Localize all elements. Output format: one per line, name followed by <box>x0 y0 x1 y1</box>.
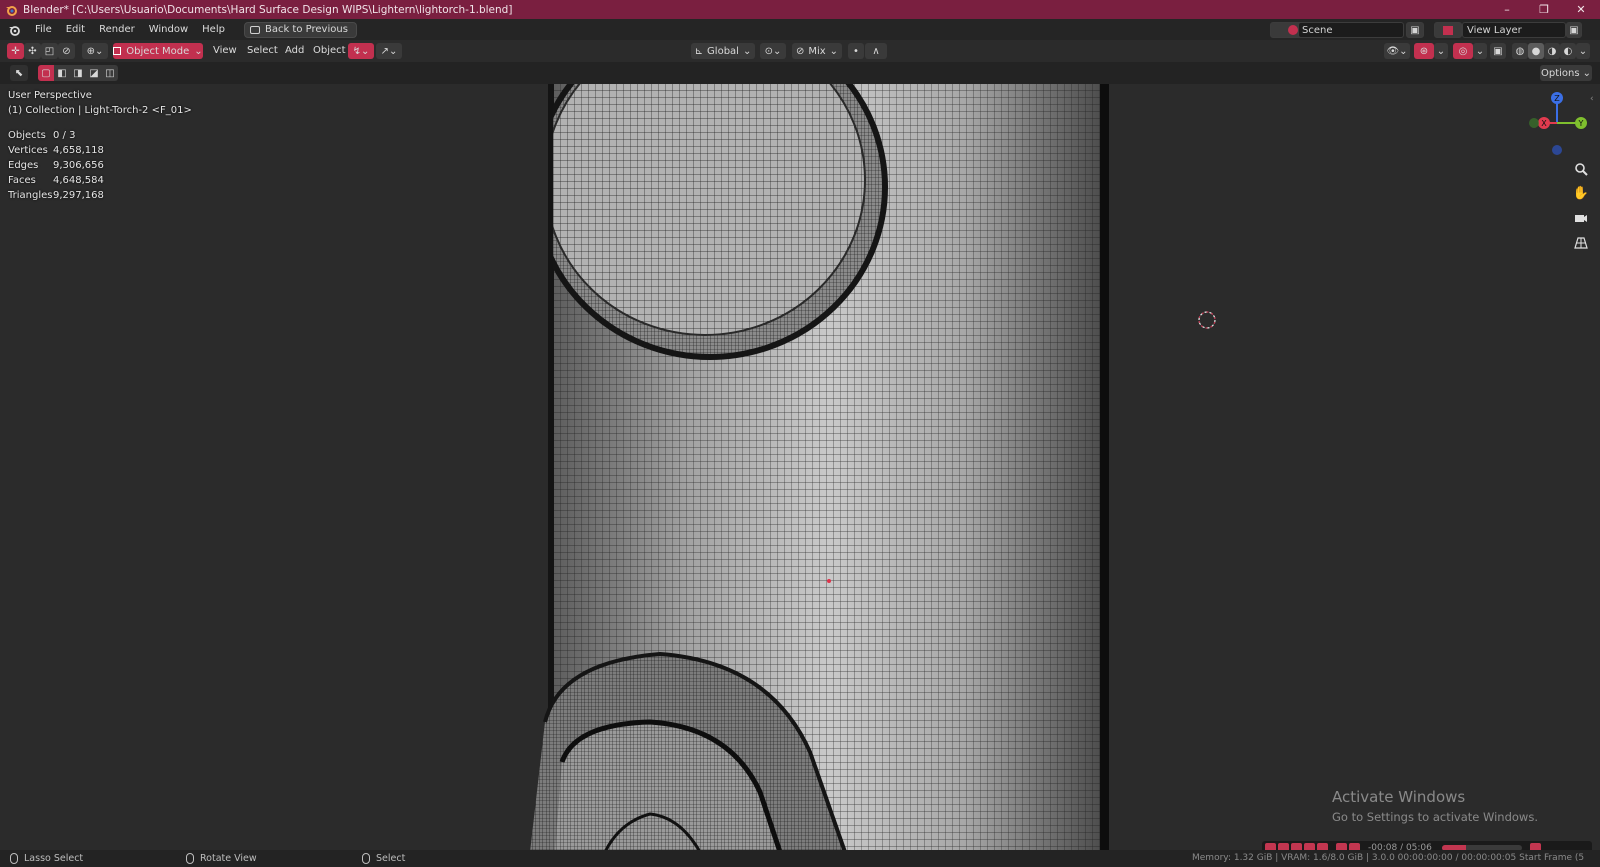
viewport-gizmo-icon[interactable]: ↗⌄ <box>376 43 402 59</box>
transform-orientation-dropdown[interactable]: ⊾ Global ⌄ <box>691 43 755 59</box>
stat-edges: Edges 9,306,656 <box>8 160 104 171</box>
select-subtract-icon[interactable]: ◨ <box>70 65 86 81</box>
body-right-edge <box>1100 84 1109 850</box>
back-to-previous-label: Back to Previous <box>264 24 348 35</box>
snap-icon: ⊘ <box>795 45 805 57</box>
rendered-shading-icon[interactable]: ◐ <box>1560 43 1576 59</box>
sidebar-toggle-icon[interactable]: ‹ <box>1590 94 1594 104</box>
title-bar: Blender* [C:\Users\Usuario\Documents\Har… <box>0 0 1600 19</box>
tool-settings-bar: ⬉ ▢ ◧ ◨ ◪ ◫ Options ⌄ <box>0 62 1600 84</box>
snap-dropdown[interactable]: ⊘ Mix ⌄ <box>792 43 842 59</box>
activate-windows-watermark: Activate Windows Go to Settings to activ… <box>1332 788 1538 824</box>
select-tool-icon[interactable]: ✛ <box>7 43 24 59</box>
view-layer-name-field[interactable]: View Layer <box>1462 22 1566 38</box>
memory-info: Memory: 1.32 GiB | VRAM: 1.6/8.0 GiB | 3… <box>1192 853 1585 863</box>
view-perspective-label: User Perspective <box>8 90 92 101</box>
link-icon[interactable]: ⊘ <box>58 43 75 59</box>
window-title: Blender* [C:\Users\Usuario\Documents\Har… <box>23 3 513 16</box>
visibility-dropdown-icon[interactable]: 👁⌄ <box>1384 43 1410 59</box>
status-rotate-view: Rotate View <box>186 850 257 867</box>
select-extend-icon[interactable]: ◧ <box>54 65 70 81</box>
svg-text:Y: Y <box>1578 119 1584 128</box>
scene-statistics: Objects 0 / 3 Vertices 4,658,118 Edges 9,30… <box>8 128 104 203</box>
svg-text:Z: Z <box>1554 94 1560 103</box>
chevron-down-icon: ⌄ <box>194 45 203 57</box>
stat-triangles: Triangles 9,297,168 <box>8 190 104 201</box>
stat-faces: Faces 4,648,584 <box>8 175 104 186</box>
orthographic-toggle-icon[interactable] <box>1572 234 1590 252</box>
scene-name-field[interactable]: Scene <box>1298 22 1404 38</box>
menu-help[interactable]: Help <box>195 19 232 40</box>
menu-object[interactable]: Object <box>313 40 346 62</box>
gizmo-dropdown-icon[interactable]: ⌄ <box>1434 43 1448 59</box>
select-invert-icon[interactable]: ◪ <box>86 65 102 81</box>
axis-icon: ⊾ <box>694 45 704 57</box>
navigation-gizmo[interactable]: Z Y X <box>1522 90 1592 160</box>
select-new-icon[interactable]: ▢ <box>38 65 54 81</box>
close-button[interactable]: ✕ <box>1563 0 1599 19</box>
menu-add[interactable]: Add <box>285 40 304 62</box>
status-select: Select <box>362 850 405 867</box>
editor-type-icon[interactable]: ⊕⌄ <box>82 43 108 59</box>
back-arrow-icon <box>249 25 260 34</box>
menu-edit[interactable]: Edit <box>59 19 92 40</box>
stat-vertices: Vertices 4,658,118 <box>8 145 104 156</box>
scale-tool-icon[interactable]: ◰ <box>41 43 58 59</box>
move-tool-icon[interactable]: ✣ <box>24 43 41 59</box>
3d-viewport[interactable]: User Perspective (1) Collection | Light-… <box>0 84 1600 850</box>
status-lasso-select: Lasso Select <box>10 850 83 867</box>
object-mode-icon <box>113 47 122 55</box>
pivot-point-icon[interactable]: ⊙⌄ <box>760 43 786 59</box>
mouse-middle-icon <box>186 853 194 864</box>
active-collection-label: (1) Collection | Light-Torch-2 <F_01> <box>8 105 192 116</box>
material-shading-icon[interactable]: ◑ <box>1544 43 1560 59</box>
new-view-layer-icon[interactable]: ▣ <box>1566 22 1582 38</box>
interaction-mode-icon[interactable]: ↯⌄ <box>348 43 374 59</box>
blender-logo-icon <box>4 3 18 17</box>
svg-text:X: X <box>1541 119 1547 128</box>
viewport-header: ✛ ✣ ◰ ⊘ ⊕⌄ Object Mode ⌄ View Select Add… <box>0 40 1600 62</box>
minimize-button[interactable]: – <box>1489 0 1525 19</box>
menu-view[interactable]: View <box>213 40 237 62</box>
object-mode-dropdown[interactable]: Object Mode ⌄ <box>113 43 203 59</box>
stat-objects: Objects 0 / 3 <box>8 130 76 141</box>
scene-icon <box>1288 25 1299 35</box>
torch-wireframe-mesh <box>530 84 1216 850</box>
mouse-left-icon <box>10 853 18 864</box>
status-bar: Lasso Select Rotate View Select Memory: … <box>0 850 1600 867</box>
blender-menu-icon[interactable] <box>0 24 28 36</box>
menu-window[interactable]: Window <box>142 19 195 40</box>
back-to-previous-button[interactable]: Back to Previous <box>243 21 357 38</box>
new-scene-icon[interactable]: ▣ <box>1406 22 1424 38</box>
active-tool-icon[interactable]: ⬉ <box>10 65 28 81</box>
solid-shading-icon[interactable]: ● <box>1528 43 1544 59</box>
overlays-toggle-icon[interactable]: ◎ <box>1453 43 1473 59</box>
shading-dropdown-icon[interactable]: ⌄ <box>1576 43 1590 59</box>
object-origin-dot <box>827 579 831 583</box>
view-layer-icon <box>1443 25 1453 35</box>
select-intersect-icon[interactable]: ◫ <box>102 65 118 81</box>
camera-view-icon[interactable] <box>1572 209 1590 227</box>
view-layer-selector-button[interactable] <box>1434 22 1462 38</box>
xray-toggle-icon[interactable]: ▣ <box>1490 43 1506 59</box>
menu-file[interactable]: File <box>28 19 59 40</box>
zoom-icon[interactable] <box>1572 160 1590 178</box>
overlays-dropdown-icon[interactable]: ⌄ <box>1473 43 1487 59</box>
menu-render[interactable]: Render <box>92 19 142 40</box>
menu-select[interactable]: Select <box>247 40 278 62</box>
pan-hand-icon[interactable]: ✋ <box>1572 184 1590 202</box>
wireframe-shading-icon[interactable]: ◍ <box>1512 43 1528 59</box>
maximize-button[interactable]: ❐ <box>1526 0 1562 19</box>
falloff-icon[interactable]: ∧ <box>865 43 887 59</box>
gizmo-toggle-icon[interactable]: ⊛ <box>1414 43 1434 59</box>
options-dropdown[interactable]: Options ⌄ <box>1540 65 1592 81</box>
proportional-edit-icon[interactable]: • <box>848 43 864 59</box>
mouse-right-icon <box>362 853 370 864</box>
